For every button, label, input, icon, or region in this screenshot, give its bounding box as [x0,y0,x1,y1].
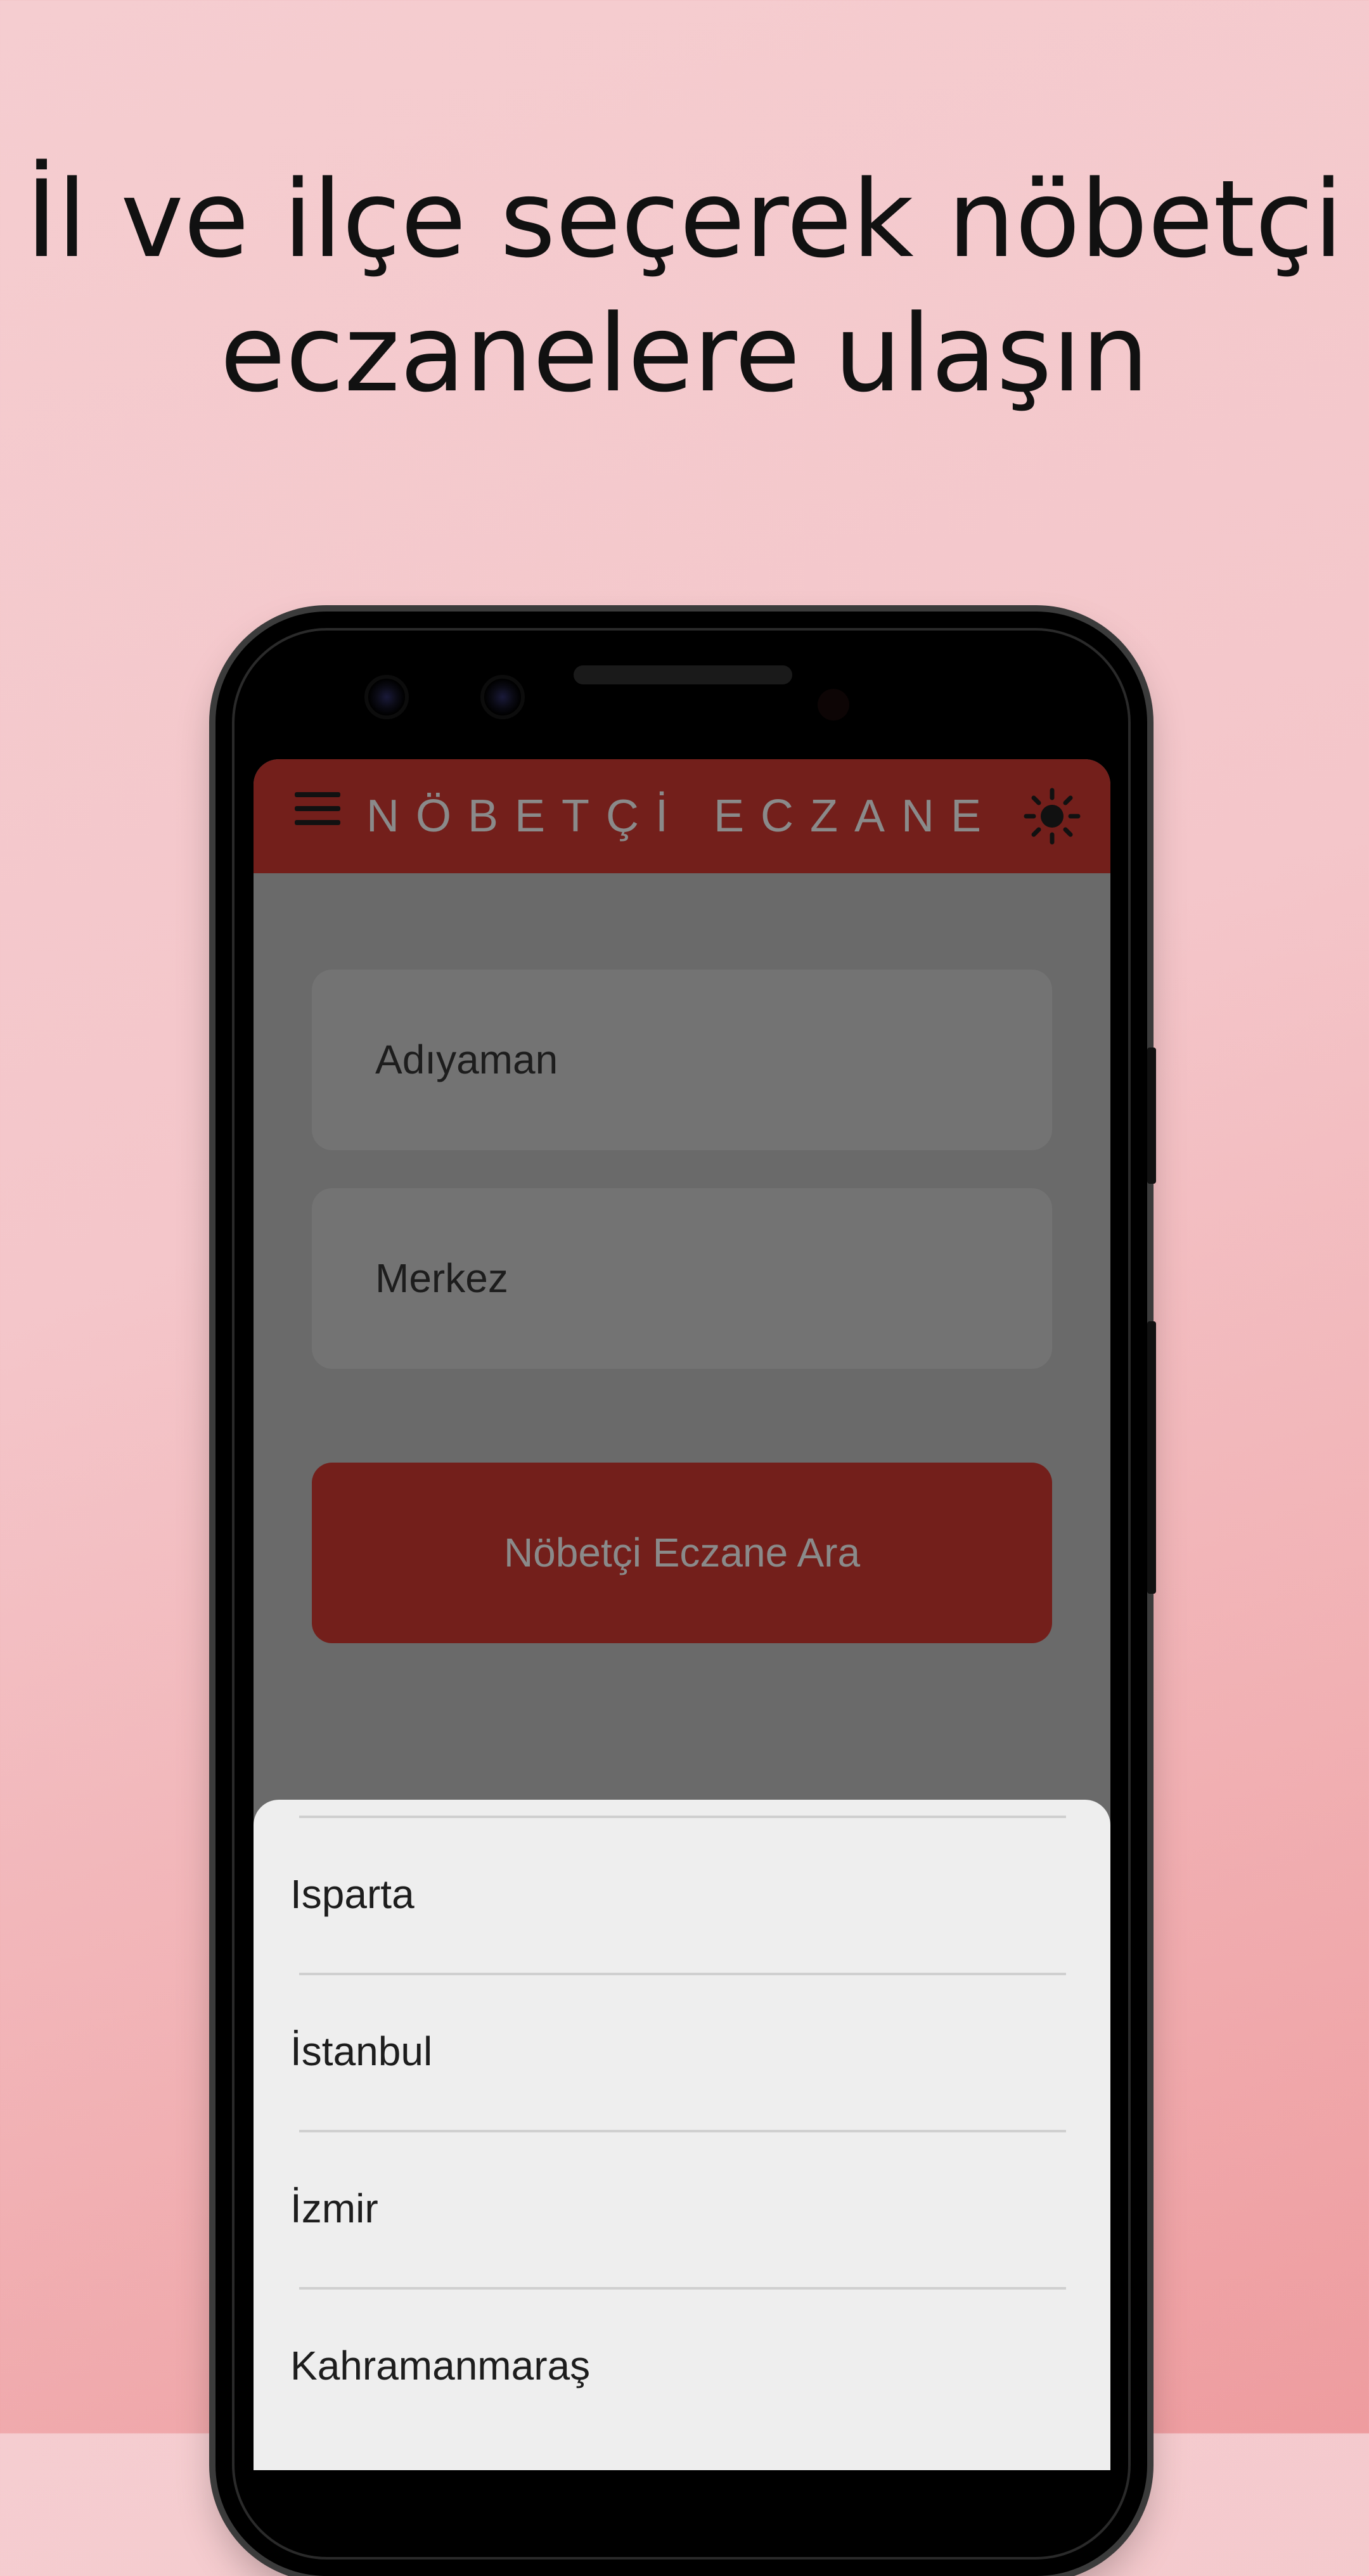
district-select-field[interactable]: Merkez [312,1188,1052,1369]
sun-theme-icon[interactable] [1024,788,1081,845]
earpiece-speaker [574,665,792,684]
city-select-field[interactable]: Adıyaman [312,970,1052,1150]
city-option-isparta[interactable]: Isparta [290,1816,1083,1973]
promo-headline: İl ve ilçe seçerek nöbetçi eczanelere ul… [0,152,1369,421]
phone-power-button [1147,1048,1156,1184]
phone-frame: NÖBETÇİ ECZANE Adıyaman Merkez Nöbetçi E… [215,612,1156,2576]
front-camera-icon [364,675,409,719]
proximity-sensor [818,689,849,721]
promo-headline-line-2: eczanelere ulaşın [220,292,1149,416]
app-bar: NÖBETÇİ ECZANE [254,759,1110,873]
front-sensor-icon [480,675,525,719]
app-screen: NÖBETÇİ ECZANE Adıyaman Merkez Nöbetçi E… [254,759,1110,2470]
promo-headline-line-1: İl ve ilçe seçerek nöbetçi [25,157,1344,281]
search-pharmacy-button[interactable]: Nöbetçi Eczane Ara [312,1463,1052,1643]
district-select-value: Merkez [375,1255,508,1301]
city-select-value: Adıyaman [375,1037,558,1082]
phone-volume-button [1147,1321,1156,1594]
city-picker-sheet: Isparta İstanbul İzmir Kahramanmaraş [254,1800,1110,2470]
city-option-izmir[interactable]: İzmir [290,2130,1083,2287]
city-option-kahramanmaras[interactable]: Kahramanmaraş [290,2287,1083,2444]
city-option-istanbul[interactable]: İstanbul [290,1973,1083,2130]
app-title: NÖBETÇİ ECZANE [366,791,998,842]
